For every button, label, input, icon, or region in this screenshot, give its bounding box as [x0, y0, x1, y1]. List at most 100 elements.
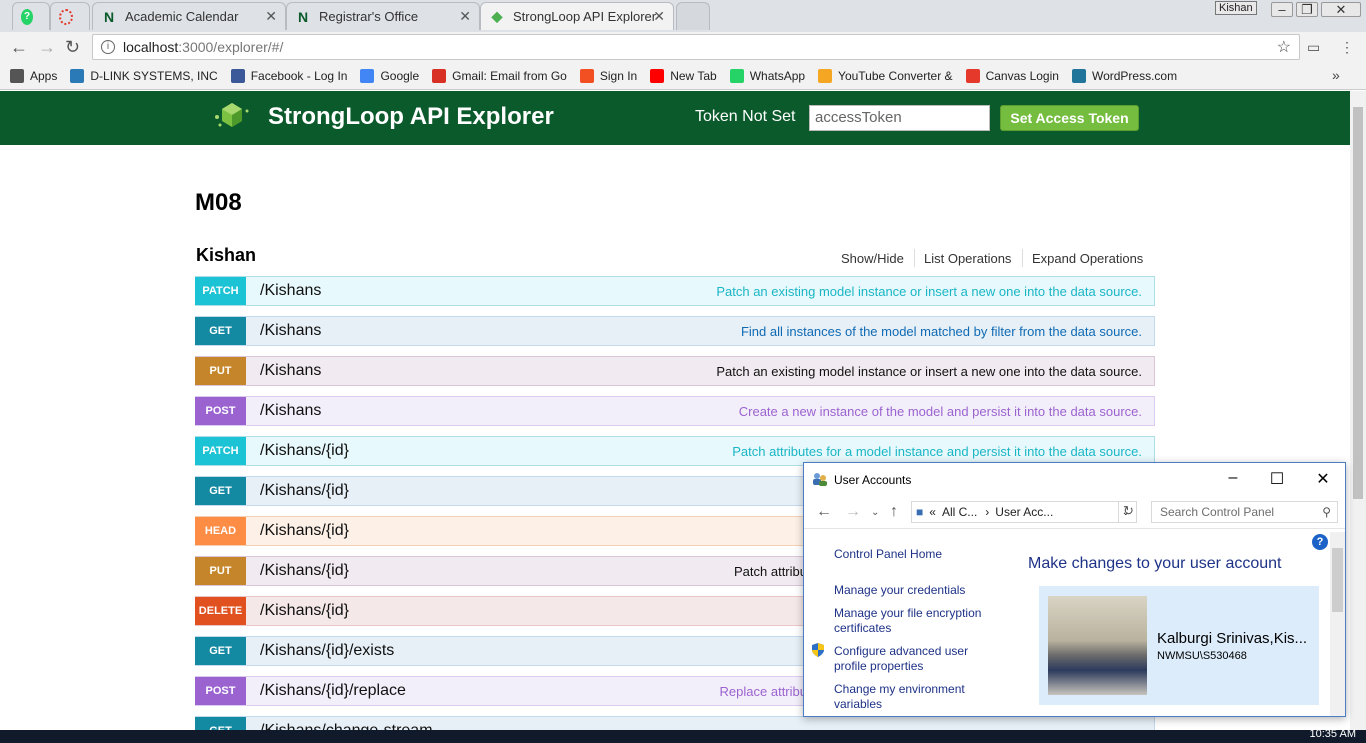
close-icon[interactable]: ✕ [1311, 469, 1335, 489]
bookmark-item[interactable]: Gmail: Email from Go [432, 68, 567, 83]
http-method-badge[interactable]: PUT [195, 357, 246, 385]
resource-name[interactable]: Kishan [196, 245, 256, 266]
bookmark-item[interactable]: WordPress.com [1071, 68, 1177, 83]
page-scrollbar[interactable] [1350, 91, 1366, 730]
dialog-scrollbar[interactable] [1330, 532, 1345, 716]
operation-row[interactable]: GET/Kishans/change-stream [195, 716, 1155, 730]
menu-icon[interactable]: ⋮ [1340, 39, 1354, 56]
operation-path[interactable]: /Kishans/{id} [260, 602, 349, 620]
operation-path[interactable]: /Kishans/{id}/exists [260, 642, 394, 660]
back-icon[interactable]: ← [10, 37, 28, 58]
operation-summary[interactable]: Replace attribu [720, 684, 807, 699]
bookmark-item[interactable]: Facebook - Log In [230, 68, 347, 83]
bookmark-item[interactable]: D-LINK SYSTEMS, INC [70, 68, 218, 83]
close-window-icon[interactable]: ✕ [1321, 2, 1361, 17]
manage-credentials-link[interactable]: Manage your credentials [834, 583, 965, 598]
scrollbar-thumb[interactable] [1332, 548, 1343, 612]
refresh-icon[interactable]: ↻ [1118, 501, 1138, 523]
close-icon[interactable]: ✕ [265, 8, 277, 25]
bookmark-item[interactable]: Google [360, 68, 419, 83]
operation-summary[interactable]: Patch attribu [734, 564, 807, 579]
operation-summary[interactable]: Create a new instance of the model and p… [739, 404, 1142, 419]
operation-path[interactable]: /Kishans/{id} [260, 442, 349, 460]
bookmark-item[interactable]: YouTube Converter & [818, 68, 953, 83]
file-encryption-link[interactable]: Manage your file encryption certificates [834, 606, 994, 636]
http-method-badge[interactable]: GET [195, 717, 246, 730]
http-method-badge[interactable]: HEAD [195, 517, 246, 545]
up-icon[interactable]: ↑ [890, 503, 898, 521]
operation-row[interactable]: POST/Kishans Create a new instance of the… [195, 396, 1155, 426]
operation-path[interactable]: /Kishans [260, 362, 321, 380]
tab-strongloop[interactable]: ◆ StrongLoop API Explorer ✕ [480, 2, 674, 30]
expand-operations-link[interactable]: Expand Operations [1032, 251, 1143, 266]
operation-summary[interactable]: Patch an existing model instance or inse… [716, 284, 1142, 299]
advanced-profile-link[interactable]: Configure advanced user profile properti… [834, 644, 994, 674]
show-hide-link[interactable]: Show/Hide [841, 251, 904, 266]
star-icon[interactable]: ☆ [1277, 37, 1291, 57]
tab-pinned-canvas[interactable] [50, 2, 90, 30]
help-icon[interactable]: ? [1312, 534, 1328, 550]
cast-icon[interactable]: ▭ [1307, 39, 1320, 56]
reload-icon[interactable]: ↻ [65, 37, 80, 58]
operation-row[interactable]: GET/Kishans Find all instances of the mod… [195, 316, 1155, 346]
environment-variables-link[interactable]: Change my environment variables [834, 682, 994, 712]
operation-path[interactable]: /Kishans/{id} [260, 562, 349, 580]
bookmark-item[interactable]: Canvas Login [965, 68, 1059, 83]
taskbar-clock[interactable]: 10:35 AM [1310, 728, 1356, 740]
close-icon[interactable]: ✕ [459, 8, 471, 25]
operation-path[interactable]: /Kishans/{id}/replace [260, 682, 406, 700]
tab-pinned-whatsapp[interactable]: ? [12, 2, 50, 30]
http-method-badge[interactable]: POST [195, 677, 246, 705]
operation-path[interactable]: /Kishans/{id} [260, 522, 349, 540]
http-method-badge[interactable]: GET [195, 317, 246, 345]
http-method-badge[interactable]: DELETE [195, 597, 246, 625]
minimize-icon[interactable]: – [1221, 469, 1245, 487]
recent-locations-icon[interactable]: ⌄ [871, 507, 879, 518]
http-method-badge[interactable]: GET [195, 477, 246, 505]
http-method-badge[interactable]: PUT [195, 557, 246, 585]
window-titlebar[interactable]: User Accounts – ☐ ✕ [804, 463, 1345, 495]
http-method-badge[interactable]: POST [195, 397, 246, 425]
forward-icon[interactable]: → [845, 503, 861, 521]
bookmark-item[interactable]: New Tab [650, 68, 717, 83]
operation-path[interactable]: /Kishans [260, 322, 321, 340]
tab-registrars-office[interactable]: N Registrar's Office ✕ [286, 2, 480, 30]
tab-academic-calendar[interactable]: N Academic Calendar ✕ [92, 2, 286, 30]
operation-row[interactable]: PATCH/Kishans Patch an existing model ins… [195, 276, 1155, 306]
operation-path[interactable]: /Kishans [260, 402, 321, 420]
address-bar[interactable]: i localhost:3000/explorer/#/ ☆ [92, 34, 1300, 60]
facebook-icon [230, 68, 245, 83]
operation-path[interactable]: /Kishans/change-stream [260, 722, 433, 730]
restore-icon[interactable]: ❐ [1296, 2, 1318, 17]
breadcrumb-all-control-panel[interactable]: All C... [942, 505, 977, 519]
control-panel-home-link[interactable]: Control Panel Home [834, 547, 942, 562]
breadcrumb-user-accounts[interactable]: User Acc... [995, 505, 1053, 519]
info-icon[interactable]: i [101, 40, 115, 54]
bookmark-item[interactable]: Sign In [579, 68, 637, 83]
operation-row[interactable]: PUT/Kishans Patch an existing model insta… [195, 356, 1155, 386]
minimize-icon[interactable]: – [1271, 2, 1293, 17]
access-token-input[interactable]: accessToken [809, 105, 990, 131]
list-operations-link[interactable]: List Operations [924, 251, 1011, 266]
http-method-badge[interactable]: PATCH [195, 437, 246, 465]
bookmark-item[interactable]: WhatsApp [729, 68, 805, 83]
address-breadcrumb[interactable]: ■ « All C... › User Acc... ⌄ [911, 501, 1137, 523]
operation-summary[interactable]: Find all instances of the model matched … [741, 324, 1142, 339]
http-method-badge[interactable]: GET [195, 637, 246, 665]
back-icon[interactable]: ← [816, 503, 832, 521]
set-access-token-button[interactable]: Set Access Token [1000, 105, 1139, 131]
scrollbar-thumb[interactable] [1353, 107, 1363, 499]
operation-path[interactable]: /Kishans/{id} [260, 482, 349, 500]
maximize-icon[interactable]: ☐ [1265, 469, 1289, 489]
forward-icon[interactable]: → [38, 37, 56, 58]
operation-path[interactable]: /Kishans [260, 282, 321, 300]
operation-summary[interactable]: Patch an existing model instance or inse… [716, 364, 1142, 379]
operation-summary[interactable]: Patch attributes for a model instance an… [732, 444, 1142, 459]
http-method-badge[interactable]: PATCH [195, 277, 246, 305]
new-tab-button[interactable] [676, 2, 710, 30]
search-control-panel-input[interactable]: Search Control Panel ⚲ [1151, 501, 1338, 523]
bookmark-item[interactable]: Apps [10, 68, 57, 83]
profile-button[interactable]: Kishan [1215, 1, 1257, 15]
close-icon[interactable]: ✕ [653, 8, 665, 25]
bookmarks-overflow-icon[interactable]: » [1332, 67, 1340, 83]
